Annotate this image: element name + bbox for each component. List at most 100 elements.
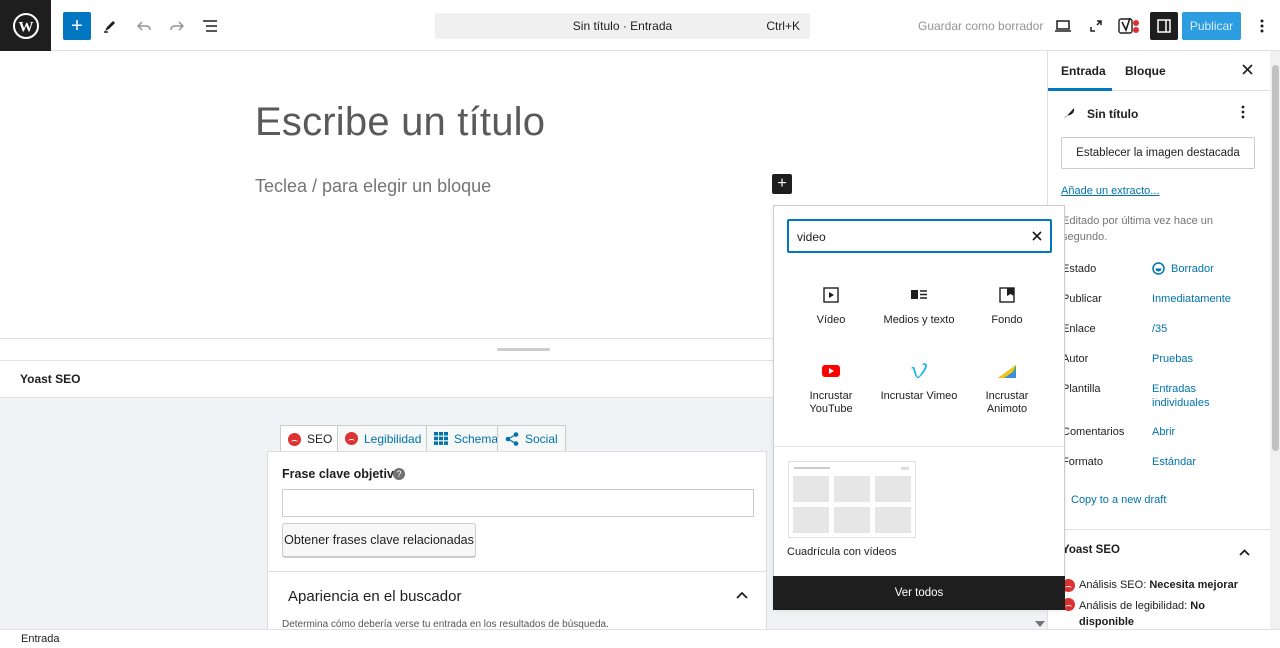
breadcrumb-entrada[interactable]: Entrada [21, 633, 60, 645]
copy-to-draft-link[interactable]: Copy to a new draft [1071, 494, 1166, 506]
publish-button[interactable]: Publicar [1182, 12, 1241, 40]
block-embed-vimeo[interactable]: Incrustar Vimeo [874, 360, 964, 402]
yoast-panel-title[interactable]: Yoast SEO [1062, 544, 1120, 556]
sad-face-icon [288, 432, 301, 446]
post-actions-more-icon[interactable] [1241, 105, 1245, 122]
redo-icon[interactable] [163, 12, 191, 40]
block-label: Fondo [991, 314, 1023, 326]
default-block-placeholder[interactable]: Teclea / para elegir un bloque [255, 176, 491, 197]
block-label: Incrustar Vimeo [880, 390, 958, 402]
link-value[interactable]: /35 [1152, 323, 1167, 335]
block-video[interactable]: Vídeo [786, 284, 876, 326]
yoast-tab-seo[interactable]: SEO [280, 425, 341, 452]
sidebar-scrollbar[interactable] [1270, 51, 1280, 629]
options-menu-icon[interactable] [1248, 12, 1276, 40]
add-excerpt-link[interactable]: Añade un extracto... [1061, 185, 1159, 197]
yoast-tab-readability[interactable]: Legibilidad [337, 425, 430, 451]
share-icon [505, 431, 519, 446]
block-label: Incrustar Animoto [985, 390, 1029, 415]
sidebar-tabs: Entrada Bloque [1048, 51, 1270, 91]
set-featured-image-button[interactable]: Establecer la imagen destacada [1061, 137, 1255, 169]
block-label: Vídeo [816, 314, 846, 326]
external-preview-icon[interactable] [1082, 12, 1110, 40]
yoast-metabox-title: Yoast SEO [20, 372, 81, 386]
undo-icon[interactable] [130, 12, 158, 40]
comments-value[interactable]: Abrir [1152, 426, 1175, 438]
block-search-value: video [797, 230, 826, 244]
post-title-input[interactable]: Escribe un título [255, 100, 545, 145]
svg-text:W: W [18, 19, 33, 35]
pattern-label[interactable]: Cuadrícula con vídeos [787, 546, 896, 558]
chevron-up-icon[interactable] [736, 586, 748, 602]
yoast-tab-label: SEO [307, 432, 333, 446]
status-value[interactable]: Borrador [1171, 263, 1214, 275]
command-bar-title: Sin título · Entrada [572, 19, 673, 33]
block-embed-youtube[interactable]: Incrustar YouTube [786, 360, 876, 416]
yoast-tab-social[interactable]: Social [497, 425, 566, 451]
seo-analysis-prefix: Análisis SEO: [1079, 579, 1150, 591]
sad-face-icon [345, 432, 358, 445]
related-keyphrases-button[interactable]: Obtener frases clave relacionadas [282, 523, 476, 557]
block-label: Incrustar YouTube [809, 390, 853, 415]
yoast-tab-schema[interactable]: Schema [426, 425, 507, 451]
seo-analysis-text: Análisis SEO: Necesita mejorar [1079, 579, 1238, 591]
command-palette-bar[interactable]: Sin título · Entrada Ctrl+K [435, 13, 810, 39]
block-label: Medios y texto [883, 314, 955, 326]
vimeo-icon [874, 360, 964, 382]
grid-icon [434, 432, 448, 445]
youtube-icon [786, 360, 876, 382]
comments-label: Comentarios [1062, 426, 1125, 438]
settings-sidebar: Entrada Bloque Sin título Establecer la … [1047, 51, 1280, 629]
pattern-preview-video-grid[interactable] [788, 461, 916, 538]
animoto-icon [962, 360, 1052, 382]
scrollbar-thumb[interactable] [1272, 65, 1279, 451]
format-value[interactable]: Estándar [1152, 456, 1196, 468]
yoast-tab-label: Social [525, 431, 558, 446]
save-draft-button[interactable]: Guardar como borrador [918, 19, 1043, 33]
readability-analysis-prefix: Análisis de legibilidad: [1079, 600, 1191, 612]
seo-analysis-value: Necesita mejorar [1149, 579, 1238, 591]
active-tab-indicator [1048, 88, 1112, 91]
clear-search-icon[interactable] [1032, 228, 1042, 244]
yoast-tab-label: Schema [454, 431, 499, 446]
search-appearance-title[interactable]: Apariencia en el buscador [288, 588, 461, 605]
chevron-up-icon[interactable] [1239, 544, 1250, 559]
template-value[interactable]: Entradas individuales [1152, 382, 1232, 410]
block-cover[interactable]: Fondo [962, 284, 1052, 326]
link-label: Enlace [1062, 323, 1096, 335]
sidebar-icon [1157, 19, 1171, 33]
cover-icon [962, 284, 1052, 306]
block-media-text[interactable]: Medios y texto [874, 284, 964, 326]
wordpress-icon: W [12, 12, 39, 39]
focus-keyphrase-input[interactable] [282, 489, 754, 517]
yoast-seo-panel: Frase clave objetivo ? Obtener frases cl… [267, 451, 767, 631]
divider [1048, 529, 1270, 530]
block-inserter-toggle-button[interactable]: + [63, 12, 91, 40]
template-label: Plantilla [1062, 383, 1101, 395]
status-label: Estado [1062, 263, 1097, 275]
wordpress-logo-button[interactable]: W [0, 0, 51, 51]
tab-bloque[interactable]: Bloque [1125, 64, 1166, 78]
yoast-tab-label: Legibilidad [364, 431, 422, 446]
tools-pencil-icon[interactable] [96, 12, 124, 40]
block-search-input[interactable]: video [787, 219, 1052, 253]
publish-value[interactable]: Inmediatamente [1152, 293, 1231, 305]
block-breadcrumb-bar: Entrada [0, 629, 1280, 648]
quick-inserter-popover: video Vídeo Medios y texto Fondo Incrust… [773, 205, 1065, 610]
help-icon[interactable]: ? [393, 468, 405, 480]
document-overview-icon[interactable] [196, 12, 224, 40]
last-edited-text: Editado por última vez hace un segundo. [1062, 215, 1214, 243]
post-title-summary: Sin título [1087, 107, 1139, 121]
browse-all-button[interactable]: Ver todos [773, 576, 1065, 610]
author-value[interactable]: Pruebas [1152, 353, 1193, 365]
format-label: Formato [1062, 456, 1103, 468]
block-embed-animoto[interactable]: Incrustar Animoto [962, 360, 1052, 416]
close-icon[interactable] [1242, 62, 1253, 78]
divider [268, 571, 766, 572]
preview-desktop-icon[interactable] [1049, 12, 1077, 40]
tab-entrada[interactable]: Entrada [1061, 64, 1106, 78]
inline-add-block-button[interactable]: + [772, 174, 792, 194]
resize-handle[interactable] [497, 348, 550, 351]
settings-sidebar-toggle[interactable] [1150, 12, 1178, 40]
yoast-seo-icon[interactable] [1115, 12, 1143, 40]
